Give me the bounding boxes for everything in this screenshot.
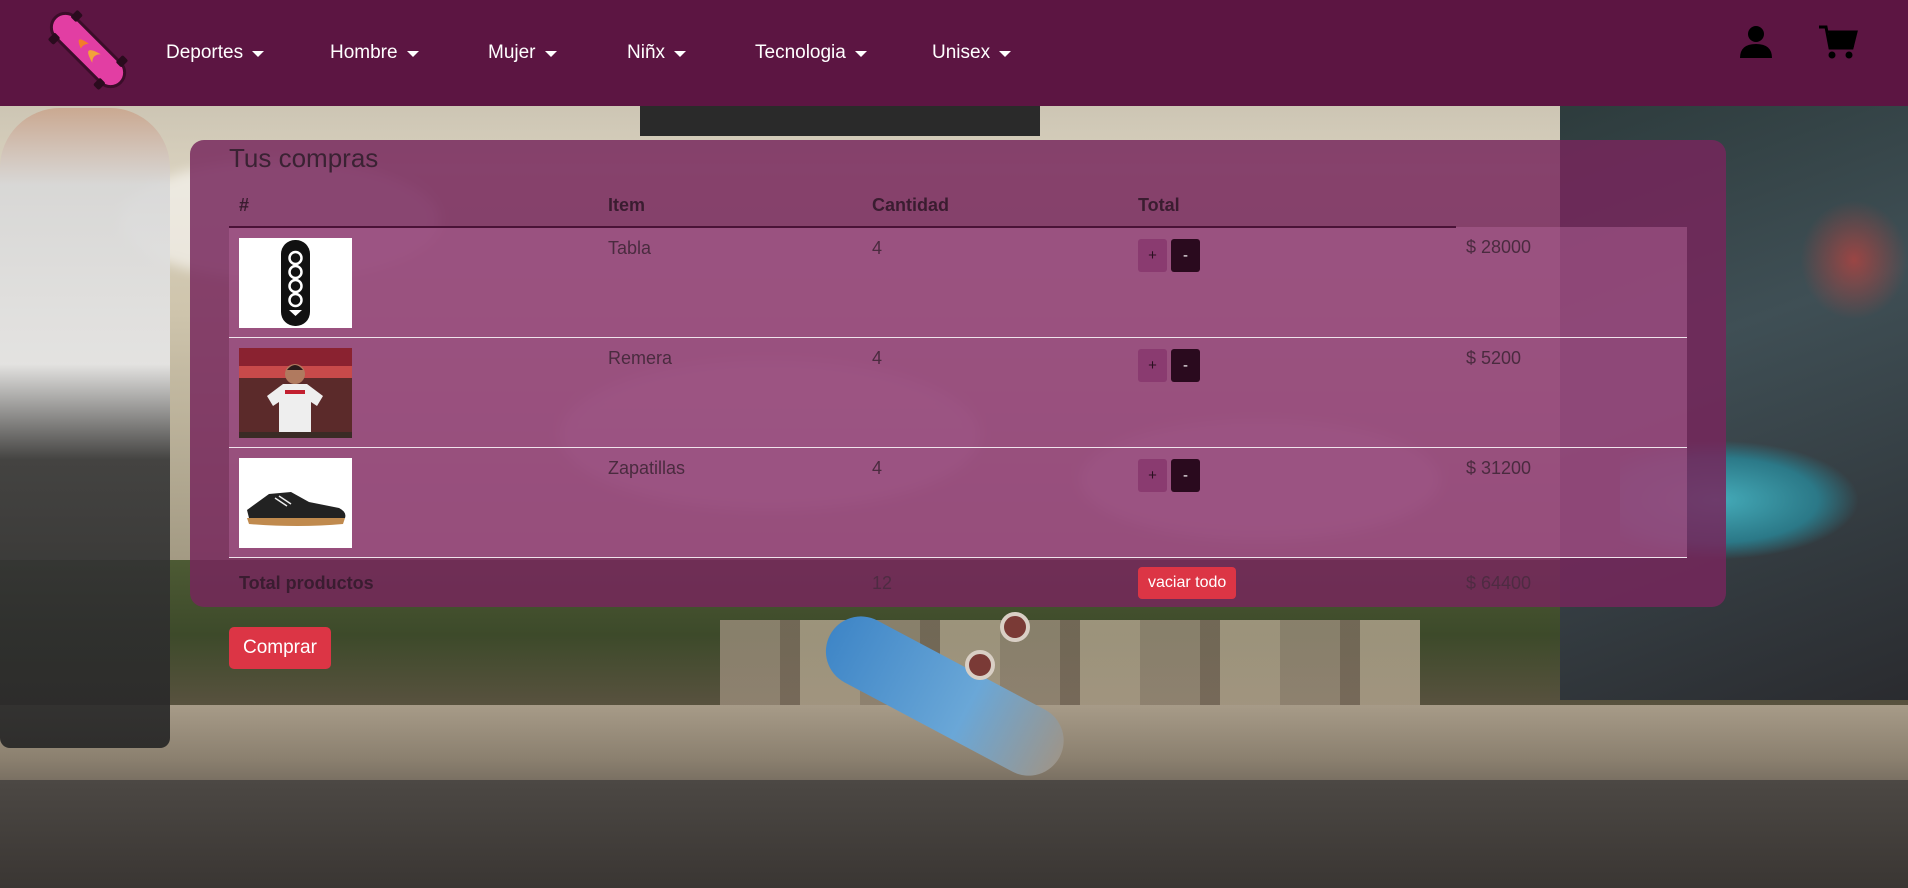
total-label: Total productos bbox=[239, 572, 374, 593]
table-header: # Item Cantidad Total bbox=[229, 185, 1687, 228]
user-icon[interactable] bbox=[1736, 22, 1776, 62]
increase-button[interactable]: + bbox=[1138, 458, 1167, 492]
nav-hombre[interactable]: Hombre bbox=[330, 42, 419, 64]
caret-down-icon bbox=[252, 51, 265, 57]
nav-deportes[interactable]: Deportes bbox=[166, 42, 265, 64]
product-total: $ 31200 bbox=[1456, 447, 1687, 558]
nav-tecnologia[interactable]: Tecnologia bbox=[755, 42, 867, 64]
grand-total: $ 64400 bbox=[1466, 572, 1532, 593]
nav-ninx[interactable]: Niñx bbox=[627, 42, 687, 64]
product-total: $ 28000 bbox=[1456, 227, 1687, 338]
product-image-cell bbox=[229, 337, 598, 448]
clear-cart-button[interactable]: vaciar todo bbox=[1138, 567, 1237, 600]
quantity-controls: + - bbox=[1128, 227, 1456, 338]
increase-button[interactable]: + bbox=[1138, 348, 1167, 382]
caret-down-icon bbox=[544, 51, 557, 57]
nav-mujer-label: Mujer bbox=[488, 42, 536, 63]
product-image-remera[interactable] bbox=[239, 347, 352, 438]
nav-tecnologia-label: Tecnologia bbox=[755, 42, 846, 63]
table-row: Remera 4 + - $ 5200 bbox=[229, 337, 1687, 448]
caret-down-icon bbox=[406, 51, 419, 57]
caret-down-icon bbox=[999, 51, 1012, 57]
col-cantidad: Cantidad bbox=[862, 185, 1128, 228]
cart-table: # Item Cantidad Total Tabla 4 + - $ 2800… bbox=[229, 185, 1687, 609]
col-number: # bbox=[229, 185, 598, 228]
caret-down-icon bbox=[674, 51, 687, 57]
nav-icons bbox=[1736, 22, 1858, 62]
increase-button[interactable]: + bbox=[1138, 239, 1167, 272]
table-row: Tabla 4 + - $ 28000 bbox=[229, 227, 1687, 338]
nav-hombre-label: Hombre bbox=[330, 42, 398, 63]
quantity-controls: + - bbox=[1128, 447, 1456, 558]
product-image-tabla[interactable] bbox=[239, 238, 352, 328]
buy-button[interactable]: Comprar bbox=[229, 627, 331, 669]
col-blank bbox=[1456, 185, 1687, 227]
product-image-cell bbox=[229, 227, 598, 338]
nav-ninx-label: Niñx bbox=[627, 42, 666, 63]
product-name: Tabla bbox=[598, 227, 862, 338]
product-image-cell bbox=[229, 447, 598, 558]
nav-unisex[interactable]: Unisex bbox=[932, 42, 1012, 64]
decrease-button[interactable]: - bbox=[1171, 348, 1200, 382]
product-image-zapatillas[interactable] bbox=[239, 457, 352, 548]
decrease-button[interactable]: - bbox=[1171, 458, 1200, 492]
product-name: Zapatillas bbox=[598, 447, 862, 558]
decrease-button[interactable]: - bbox=[1171, 239, 1200, 272]
product-quantity: 4 bbox=[862, 337, 1128, 448]
cart-icon[interactable] bbox=[1818, 22, 1858, 62]
product-name: Remera bbox=[598, 337, 862, 448]
navbar: Deportes Hombre Mujer Niñx Tecnologia Un… bbox=[0, 0, 1908, 106]
col-total: Total bbox=[1128, 185, 1456, 228]
total-spacer bbox=[598, 557, 862, 609]
table-row: Zapatillas 4 + - $ 31200 bbox=[229, 447, 1687, 558]
total-quantity: 12 bbox=[872, 572, 893, 593]
nav-deportes-label: Deportes bbox=[166, 42, 244, 63]
clear-cell: vaciar todo bbox=[1128, 557, 1456, 609]
total-row: Total productos 12 vaciar todo $ 64400 bbox=[229, 557, 1687, 609]
caret-down-icon bbox=[854, 51, 867, 57]
product-total: $ 5200 bbox=[1456, 337, 1687, 448]
nav-unisex-label: Unisex bbox=[932, 42, 991, 63]
col-item: Item bbox=[598, 185, 862, 228]
nav-mujer[interactable]: Mujer bbox=[488, 42, 557, 64]
skateboard-logo-icon[interactable] bbox=[38, 0, 138, 100]
product-quantity: 4 bbox=[862, 447, 1128, 558]
quantity-controls: + - bbox=[1128, 337, 1456, 448]
product-quantity: 4 bbox=[862, 227, 1128, 338]
page-title: Tus compras bbox=[229, 143, 379, 173]
